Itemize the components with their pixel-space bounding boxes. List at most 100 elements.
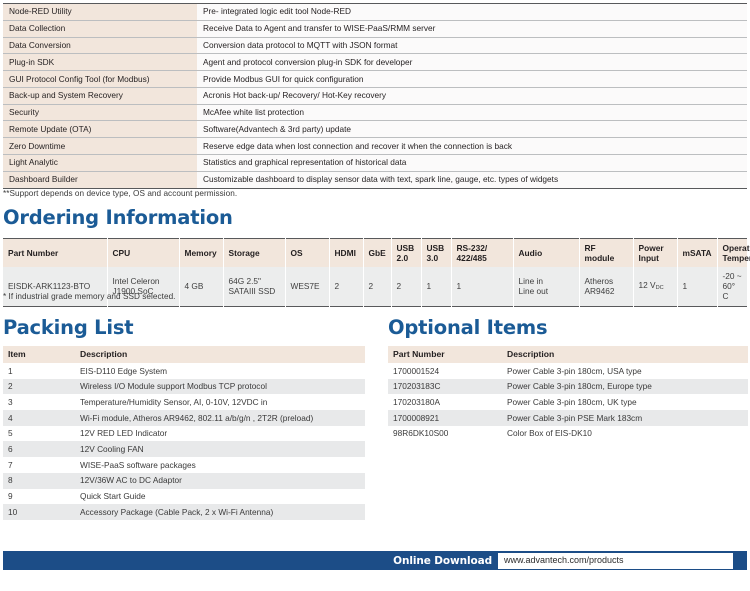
- packing-list-heading: Packing List: [3, 316, 134, 339]
- packing-item-description: Wireless I/O Module support Modbus TCP p…: [75, 378, 365, 395]
- rf-value-line2: AR9462: [584, 286, 615, 296]
- feature-table-body: Node-RED Utility Pre- integrated logic e…: [3, 3, 747, 189]
- cell-msata: 1: [677, 267, 718, 307]
- optional-part-number: 170203183C: [388, 378, 502, 395]
- table-row: Node-RED Utility Pre- integrated logic e…: [3, 3, 747, 21]
- audio-line1: Line in: [518, 276, 543, 286]
- optional-description: Power Cable 3-pin 180cm, USA type: [502, 363, 748, 379]
- list-item: 170203183C Power Cable 3-pin 180cm, Euro…: [388, 378, 748, 395]
- ordering-header-row: Part Number CPU Memory Storage OS HDMI G…: [3, 238, 750, 267]
- feature-description: Agent and protocol conversion plug-in SD…: [197, 53, 747, 72]
- optional-description: Power Cable 3-pin 180cm, UK type: [502, 394, 748, 411]
- rf-line1: RF: [584, 243, 596, 253]
- col-header-os: OS: [285, 238, 330, 267]
- power-line1: Power: [638, 243, 664, 253]
- feature-description: Pre- integrated logic edit tool Node-RED: [197, 3, 747, 21]
- feature-name: Data Collection: [3, 20, 197, 38]
- list-item: 2 Wireless I/O Module support Modbus TCP…: [3, 378, 365, 395]
- power-subscript: DC: [655, 285, 664, 292]
- packing-item-description: Wi-Fi module, Atheros AR9462, 802.11 a/b…: [75, 410, 365, 426]
- cell-usb20: 2: [391, 267, 422, 307]
- packing-item-description: EIS-D110 Edge System: [75, 363, 365, 379]
- feature-description: McAfee white list protection: [197, 104, 747, 122]
- col-header-rf-module: RF module: [579, 238, 634, 267]
- packing-item-number: 3: [3, 394, 75, 411]
- packing-item-description: Temperature/Humidity Sensor, AI, 0-10V, …: [75, 394, 365, 411]
- packing-item-description: Quick Start Guide: [75, 488, 365, 505]
- table-row: Data Collection Receive Data to Agent an…: [3, 20, 747, 38]
- feature-name: Plug-in SDK: [3, 53, 197, 72]
- feature-description: Customizable dashboard to display sensor…: [197, 171, 747, 189]
- col-header-operating-temperature: Operating Temperature*: [717, 238, 750, 267]
- optional-part-number: 1700001524: [388, 363, 502, 379]
- list-item: 4 Wi-Fi module, Atheros AR9462, 802.11 a…: [3, 410, 365, 426]
- packing-item-number: 4: [3, 410, 75, 426]
- table-row: Back-up and System Recovery Acronis Hot …: [3, 87, 747, 105]
- table-row: Light Analytic Statistics and graphical …: [3, 154, 747, 172]
- optional-part-number: 98R6DK10S00: [388, 425, 502, 442]
- packing-item-number: 6: [3, 441, 75, 458]
- temp-line2: Temperature*: [722, 253, 750, 263]
- audio-line2: Line out: [518, 286, 549, 296]
- list-item: 3 Temperature/Humidity Sensor, AI, 0-10V…: [3, 394, 365, 411]
- optional-items-head: Part Number Description: [388, 346, 748, 363]
- packing-item-description: 12V RED LED Indicator: [75, 425, 365, 442]
- feature-description: Statistics and graphical representation …: [197, 154, 747, 172]
- col-header-cpu: CPU: [107, 238, 180, 267]
- list-item: 170203180A Power Cable 3-pin 180cm, UK t…: [388, 394, 748, 411]
- col-header-msata: mSATA: [677, 238, 718, 267]
- cell-gbe: 2: [363, 267, 392, 307]
- packing-list-body: 1 EIS-D110 Edge System 2 Wireless I/O Mo…: [3, 363, 365, 520]
- feature-name: Back-up and System Recovery: [3, 87, 197, 105]
- col-header-serial: RS-232/ 422/485: [451, 238, 514, 267]
- feature-name: GUI Protocol Config Tool (for Modbus): [3, 70, 197, 88]
- col-header-audio: Audio: [513, 238, 580, 267]
- packing-item-number: 9: [3, 488, 75, 505]
- download-url[interactable]: www.advantech.com/products: [498, 552, 733, 569]
- storage-line2: SATAIII SSD: [228, 286, 276, 296]
- optional-description: Color Box of EIS-DK10: [502, 425, 748, 442]
- feature-name: Light Analytic: [3, 154, 197, 172]
- list-item: 6 12V Cooling FAN: [3, 441, 365, 458]
- rf-line2: module: [584, 253, 615, 263]
- feature-description: Receive Data to Agent and transfer to WI…: [197, 20, 747, 38]
- feature-description: Reserve edge data when lost connection a…: [197, 137, 747, 156]
- list-item: 1700008921 Power Cable 3-pin PSE Mark 18…: [388, 410, 748, 426]
- col-header-usb20: USB 2.0: [391, 238, 422, 267]
- usb20-line1: USB: [396, 243, 415, 253]
- col-header-power-input: Power Input: [633, 238, 678, 267]
- table-row: Remote Update (OTA) Software(Advantech &…: [3, 120, 747, 139]
- feature-name: Node-RED Utility: [3, 3, 197, 21]
- col-header-description: Description: [75, 346, 365, 363]
- cpu-line1: Intel Celeron: [112, 276, 160, 286]
- ordering-information-heading: Ordering Information: [3, 206, 233, 229]
- col-header-memory: Memory: [179, 238, 224, 267]
- ordering-table-head: Part Number CPU Memory Storage OS HDMI G…: [3, 238, 750, 267]
- list-item: 9 Quick Start Guide: [3, 488, 365, 505]
- optional-part-number: 1700008921: [388, 410, 502, 426]
- optional-part-number: 170203180A: [388, 394, 502, 411]
- rf-value-line1: Atheros: [584, 276, 614, 286]
- feature-description: Conversion data protocol to MQTT with JS…: [197, 37, 747, 55]
- col-header-usb30: USB 3.0: [421, 238, 452, 267]
- optional-items-table: Part Number Description 1700001524 Power…: [388, 346, 748, 442]
- optional-description: Power Cable 3-pin 180cm, Europe type: [502, 378, 748, 395]
- packing-item-description: 12V Cooling FAN: [75, 441, 365, 458]
- table-row: Data Conversion Conversion data protocol…: [3, 37, 747, 55]
- packing-list-container: Item Description 1 EIS-D110 Edge System …: [3, 346, 365, 520]
- optional-items-heading: Optional Items: [388, 316, 548, 339]
- feature-name: Security: [3, 104, 197, 122]
- cell-os: WES7E: [285, 267, 330, 307]
- feature-description: Provide Modbus GUI for quick configurati…: [197, 70, 747, 88]
- list-item: 98R6DK10S00 Color Box of EIS-DK10: [388, 425, 748, 442]
- usb30-line2: 3.0: [426, 253, 439, 263]
- feature-table-container: Node-RED Utility Pre- integrated logic e…: [3, 3, 747, 189]
- packing-header-row: Item Description: [3, 346, 365, 363]
- cell-storage: 64G 2.5" SATAIII SSD: [223, 267, 286, 307]
- table-row: GUI Protocol Config Tool (for Modbus) Pr…: [3, 70, 747, 88]
- online-download-label: Online Download: [393, 554, 492, 567]
- list-item: 10 Accessory Package (Cable Pack, 2 x Wi…: [3, 504, 365, 520]
- cell-operating-temperature: -20 ~ 60° C: [717, 267, 747, 307]
- usb20-line2: 2.0: [396, 253, 409, 263]
- packing-item-description: WISE-PaaS software packages: [75, 457, 365, 473]
